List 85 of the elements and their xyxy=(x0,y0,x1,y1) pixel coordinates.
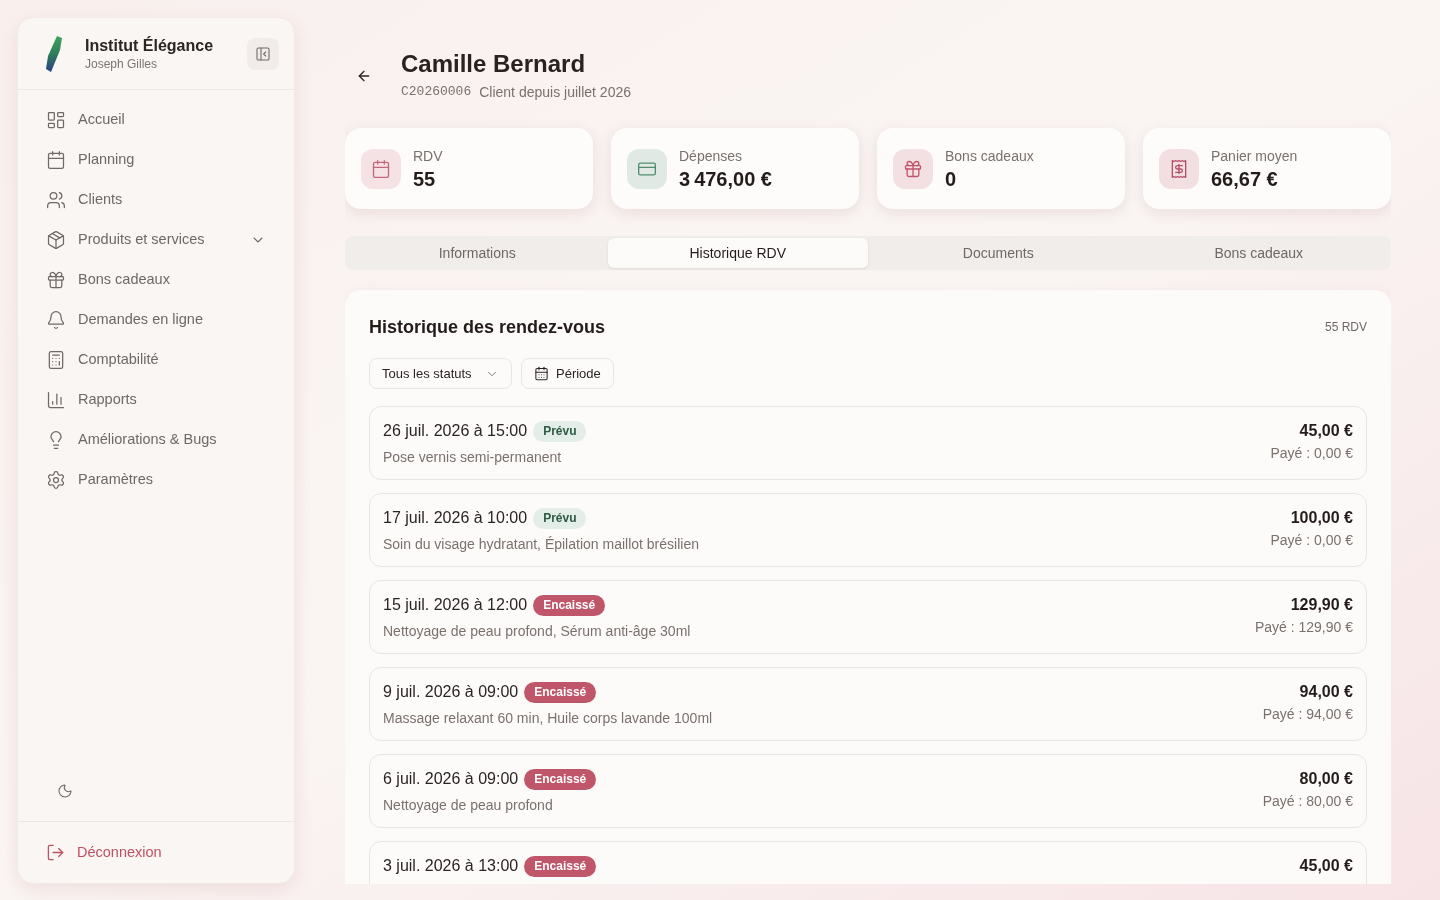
nav-item[interactable]: Produits et services xyxy=(34,220,278,260)
nav-item[interactable]: Demandes en ligne xyxy=(34,300,278,340)
status-badge: Encaissé xyxy=(533,594,606,616)
appointment-amount: 45,00 € xyxy=(1299,856,1353,876)
nav-item[interactable]: Rapports xyxy=(34,380,278,420)
nav-item[interactable]: Comptabilité xyxy=(34,340,278,380)
appointment-date: 15 juil. 2026 à 12:00 xyxy=(383,595,528,615)
appointment-services: Nettoyage de peau profond xyxy=(383,796,554,815)
client-since: Client depuis juillet 2026 xyxy=(479,83,631,102)
appointment-services: Soin du visage hydratant, Épilation maillot brésilien xyxy=(383,535,699,554)
tab[interactable]: Bons cadeaux xyxy=(1128,238,1389,268)
nav-item[interactable]: Améliorations & Bugs xyxy=(34,420,278,460)
stat-label: RDV xyxy=(413,146,443,166)
period-button[interactable]: Période xyxy=(521,358,614,389)
moon-icon[interactable] xyxy=(57,783,73,799)
status-badge: Prévu xyxy=(533,420,587,442)
stat-value: 55 xyxy=(413,166,437,192)
appointment-date: 17 juil. 2026 à 10:00 xyxy=(383,508,528,528)
stat-label: Panier moyen xyxy=(1211,146,1298,166)
calculator-icon xyxy=(46,350,66,370)
appointment-amount: 94,00 € xyxy=(1299,682,1353,702)
appointment-date: 26 juil. 2026 à 15:00 xyxy=(383,421,528,441)
appointment-card[interactable]: 26 juil. 2026 à 15:00 Prévu Pose vernis semi-permanent 45,00 € Payé : 0,00 € xyxy=(369,406,1367,480)
gift-icon xyxy=(893,148,933,189)
appointment-amount: 45,00 € xyxy=(1299,421,1353,441)
user-name: Joseph Gilles xyxy=(85,55,159,72)
stat-value: 0 xyxy=(945,166,958,192)
receipt-icon xyxy=(1159,148,1199,189)
payment-status: Payé : 80,00 € xyxy=(1262,792,1353,811)
logout-button[interactable]: Déconnexion xyxy=(34,834,174,871)
appointment-card[interactable]: 15 juil. 2026 à 12:00 Encaissé Nettoyage de peau profond, Sérum anti-âge 30ml 129,90 € Payé : 129,90 € xyxy=(369,580,1367,654)
gift-icon xyxy=(46,270,66,290)
nav-item[interactable]: Clients xyxy=(34,180,278,220)
nav-item[interactable]: Planning xyxy=(34,140,278,180)
client-code: C20260006 xyxy=(401,83,472,102)
nav-item[interactable]: Bons cadeaux xyxy=(34,260,278,300)
panel-icon xyxy=(255,45,271,62)
payment-status: Payé : 0,00 € xyxy=(1270,531,1353,550)
dashboard-icon xyxy=(46,110,66,130)
section-title: Historique des rendez-vous xyxy=(369,316,606,339)
appointment-services: Massage relaxant 60 min, Huile corps lavande 100ml xyxy=(383,709,713,728)
appointment-date: 9 juil. 2026 à 09:00 xyxy=(383,682,519,702)
stat-value: 3 476,00 € xyxy=(679,166,772,192)
payment-status: Payé : 129,90 € xyxy=(1254,618,1353,637)
appointment-card[interactable]: 6 juil. 2026 à 09:00 Encaissé Nettoyage de peau profond 80,00 € Payé : 80,00 € xyxy=(369,754,1367,828)
brand-name: Institut Élégance xyxy=(85,35,214,56)
payment-status: Payé : 94,00 € xyxy=(1262,705,1353,724)
calendar-icon xyxy=(361,148,401,189)
status-badge: Prévu xyxy=(533,507,587,529)
appointment-services: Nettoyage de peau profond, Sérum anti-âge 30ml xyxy=(383,622,691,641)
appointment-amount: 80,00 € xyxy=(1299,769,1353,789)
status-badge: Encaissé xyxy=(524,681,597,703)
tab[interactable]: Historique RDV xyxy=(607,238,868,268)
logo-icon xyxy=(45,35,63,72)
arrow-left-icon[interactable] xyxy=(356,68,372,84)
stat-label: Bons cadeaux xyxy=(945,146,1034,166)
appointment-date: 6 juil. 2026 à 09:00 xyxy=(383,769,519,789)
calendar-icon xyxy=(534,366,549,381)
stat-value: 66,67 € xyxy=(1211,166,1279,192)
settings-icon xyxy=(46,470,66,490)
tab[interactable]: Documents xyxy=(868,238,1129,268)
appointment-count: 55 RDV xyxy=(1324,319,1367,336)
bar-chart-icon xyxy=(46,390,66,410)
status-badge: Encaissé xyxy=(524,855,597,877)
status-badge: Encaissé xyxy=(524,768,597,790)
client-name: Camille Bernard xyxy=(401,50,587,78)
nav-item[interactable]: Accueil xyxy=(34,100,278,140)
box-icon xyxy=(46,230,66,250)
appointment-card[interactable]: 3 juil. 2026 à 13:00 Encaissé 45,00 € xyxy=(369,841,1367,884)
stat-label: Dépenses xyxy=(679,146,744,166)
appointment-card[interactable]: 9 juil. 2026 à 09:00 Encaissé Massage relaxant 60 min, Huile corps lavande 100ml 94,00 € Payé : 94,00 € xyxy=(369,667,1367,741)
bell-icon xyxy=(46,310,66,330)
appointment-amount: 129,90 € xyxy=(1290,595,1353,615)
credit-card-icon xyxy=(627,148,667,189)
users-icon xyxy=(46,190,66,210)
tab[interactable]: Informations xyxy=(347,238,608,268)
calendar-icon xyxy=(46,150,66,170)
payment-status: Payé : 0,00 € xyxy=(1270,444,1353,463)
appointment-card[interactable]: 17 juil. 2026 à 10:00 Prévu Soin du visage hydratant, Épilation maillot brésilien 100,00 € Payé : 0,00 € xyxy=(369,493,1367,567)
nav-item[interactable]: Paramètres xyxy=(34,460,278,500)
status-select[interactable]: Tous les statuts xyxy=(369,358,512,389)
exit-icon xyxy=(46,843,65,862)
appointment-date: 3 juil. 2026 à 13:00 xyxy=(383,856,519,876)
appointment-amount: 100,00 € xyxy=(1290,508,1353,528)
appointment-services: Pose vernis semi-permanent xyxy=(383,448,563,467)
